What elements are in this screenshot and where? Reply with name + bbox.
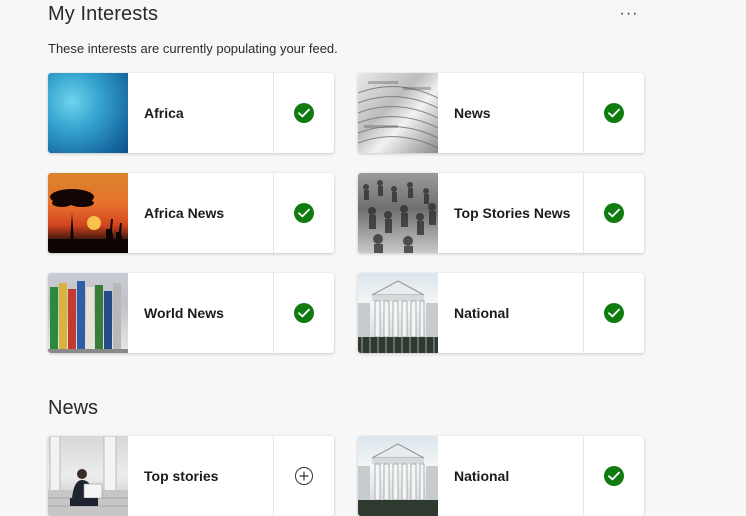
unfollow-button[interactable]	[273, 73, 334, 153]
checkmark-icon	[604, 103, 624, 123]
unfollow-button[interactable]	[583, 436, 644, 516]
news-item-label: Top stories	[144, 468, 219, 484]
more-options-button[interactable]: ···	[614, 2, 644, 26]
interest-card-africa: Africa	[48, 73, 334, 153]
news-card-top-stories: Top stories	[48, 436, 334, 516]
interest-card-world-news: World News	[48, 273, 334, 353]
unfollow-button[interactable]	[583, 73, 644, 153]
interest-card-news: News	[358, 73, 644, 153]
crowd-image	[358, 173, 438, 253]
unfollow-button[interactable]	[273, 173, 334, 253]
interest-label: National	[454, 305, 510, 321]
checkmark-icon	[294, 103, 314, 123]
interest-card-national: National	[358, 273, 644, 353]
interest-card-africa-news: Africa News	[48, 173, 334, 253]
parliament-building-image	[358, 436, 438, 516]
unfollow-button[interactable]	[583, 173, 644, 253]
abstract-blue-image	[48, 73, 128, 153]
interest-label: Africa News	[144, 205, 225, 221]
checkmark-icon	[604, 203, 624, 223]
sunset-savanna-image	[48, 173, 128, 253]
page-title: My Interests	[48, 3, 159, 25]
checkmark-icon	[294, 303, 314, 323]
follow-button[interactable]	[273, 436, 334, 516]
interest-label: World News	[144, 305, 224, 321]
unfollow-button[interactable]	[583, 273, 644, 353]
checkmark-icon	[604, 303, 624, 323]
checkmark-icon	[294, 203, 314, 223]
news-card-national: National	[358, 436, 644, 516]
unfollow-button[interactable]	[273, 273, 334, 353]
parliament-building-image	[358, 273, 438, 353]
interests-subtitle: These interests are currently populating…	[48, 41, 338, 56]
section-title-news: News	[48, 397, 99, 419]
interest-card-top-stories-news: Top Stories News	[358, 173, 644, 253]
interest-label: Africa	[144, 105, 184, 121]
flags-image	[48, 273, 128, 353]
news-item-label: National	[454, 468, 510, 484]
add-circle-icon	[295, 467, 313, 485]
interest-label: Top Stories News	[454, 205, 571, 221]
man-reading-newspaper-image	[48, 436, 128, 516]
checkmark-icon	[604, 466, 624, 486]
newspaper-stack-image	[358, 73, 438, 153]
interest-label: News	[454, 105, 491, 121]
